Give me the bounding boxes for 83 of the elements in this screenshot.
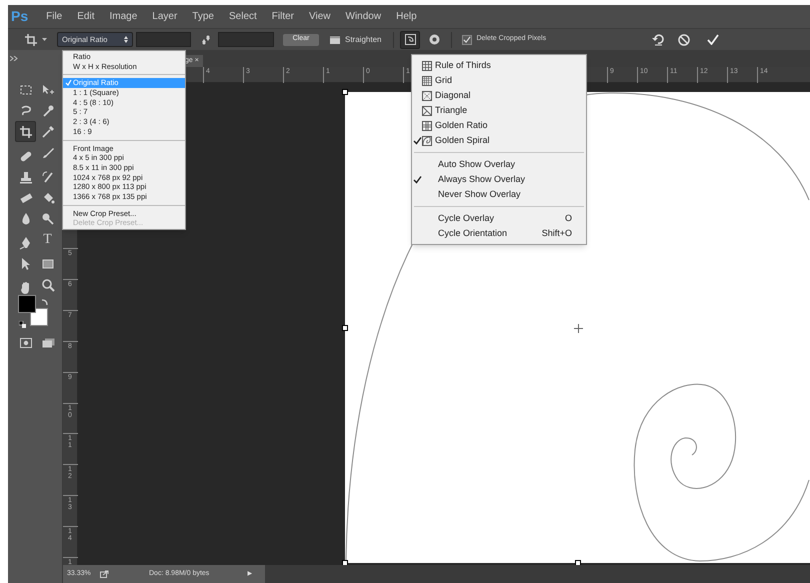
menu-item[interactable]: Filter [272, 9, 294, 24]
history-brush-icon [40, 170, 54, 184]
menu-item[interactable]: Rule of Thirds [412, 58, 586, 73]
crop-handle[interactable] [342, 89, 348, 95]
menu-item[interactable]: Grid [412, 73, 586, 88]
crop-tool[interactable] [15, 121, 36, 142]
move-arrow-icon [40, 82, 54, 96]
menu-item[interactable]: Auto Show Overlay [412, 157, 586, 172]
menu-item-label: Diagonal [435, 88, 471, 102]
overlay-button[interactable] [400, 30, 420, 48]
menu-item-label: Rule of Thirds [435, 58, 491, 72]
check-icon [463, 35, 472, 44]
golden-ratio-icon [422, 120, 432, 130]
background-color-swatch[interactable] [30, 308, 48, 326]
menu-item-label: Cycle Orientation [438, 226, 508, 240]
height-input-field[interactable] [218, 32, 274, 47]
menu-item[interactable]: Window [346, 9, 382, 24]
dodge-icon [40, 212, 54, 226]
shortcut-label: O [564, 212, 572, 225]
menu-item[interactable]: Edit [77, 9, 94, 24]
menu-item-label: Cycle Overlay [438, 212, 494, 225]
commit-check-icon[interactable] [707, 34, 720, 45]
crop-icon [18, 124, 32, 138]
overlay-icon [404, 34, 416, 45]
menu-item-label: Golden Ratio [435, 118, 488, 132]
magic-wand-icon [40, 104, 54, 118]
updown-arrows-icon [124, 36, 128, 43]
crop-icon[interactable] [24, 32, 38, 46]
share-icon[interactable] [100, 570, 109, 578]
swap-icon[interactable] [200, 34, 212, 46]
diagonal-icon [422, 90, 432, 100]
spiral-icon [422, 136, 432, 146]
cancel-icon[interactable] [678, 34, 690, 46]
settings-icon[interactable] [429, 34, 440, 45]
pen-icon [18, 236, 32, 250]
quick-mask-icon[interactable] [20, 338, 32, 348]
reset-icon[interactable] [652, 33, 666, 46]
brush-icon [40, 146, 54, 160]
menu-item-label: Auto Show Overlay [438, 158, 516, 171]
dashed-square-icon [18, 82, 32, 96]
menu-item[interactable]: Cycle Orientation Shift+O [412, 226, 586, 241]
menu-item[interactable]: Select [228, 9, 257, 24]
menu-item-label: Triangle [435, 104, 468, 117]
default-colors-icon[interactable] [19, 321, 26, 328]
crop-handle[interactable] [342, 325, 348, 331]
rectangle-icon [40, 256, 54, 270]
type-tool[interactable]: T [37, 229, 58, 250]
menu-item[interactable]: Image [109, 9, 138, 24]
shortcut-label: Shift+O [542, 226, 572, 240]
menu-item-label: Golden Spiral [435, 134, 490, 147]
foreground-color-swatch[interactable] [18, 295, 36, 313]
menu-item[interactable]: View [309, 9, 331, 24]
triangle-icon [422, 106, 432, 116]
menu-item[interactable]: Help [396, 9, 417, 24]
collapse-icon[interactable] [10, 56, 20, 61]
crosshair-icon [574, 324, 583, 333]
checkbox[interactable] [462, 34, 472, 44]
menu-item[interactable]: Type [192, 9, 214, 24]
menu-item[interactable]: Cycle Overlay O [412, 211, 586, 226]
menu-item[interactable]: Layer [152, 9, 178, 24]
app-logo: Ps [11, 7, 28, 26]
screen-mode-icon[interactable] [42, 338, 55, 348]
eyedropper-icon [40, 124, 54, 138]
crop-handle[interactable] [342, 560, 348, 565]
menu-item[interactable]: Never Show Overlay [412, 187, 586, 202]
thirds-grid-icon [422, 60, 432, 70]
level-icon[interactable] [329, 35, 341, 44]
menu-item[interactable]: Golden Spiral [412, 133, 586, 148]
caret-icon[interactable] [42, 38, 47, 41]
menu-item[interactable]: Diagonal [412, 88, 586, 103]
menu-item-label: Always Show Overlay [438, 172, 526, 186]
straighten-label[interactable]: Straighten [345, 34, 382, 46]
stamp-icon [18, 170, 32, 184]
menu-item[interactable]: File [46, 9, 62, 24]
menu-item-label: Grid [435, 74, 452, 87]
menu-item-label: Never Show Overlay [438, 188, 521, 201]
menu-item[interactable]: Triangle [412, 103, 586, 118]
menu-item[interactable]: Always Show Overlay [412, 172, 586, 187]
grid-icon [422, 76, 432, 86]
width-input-field[interactable] [136, 32, 191, 47]
menu-item[interactable]: Golden Ratio [412, 118, 586, 133]
crop-handle[interactable] [575, 560, 581, 565]
zoom-icon [40, 278, 54, 292]
